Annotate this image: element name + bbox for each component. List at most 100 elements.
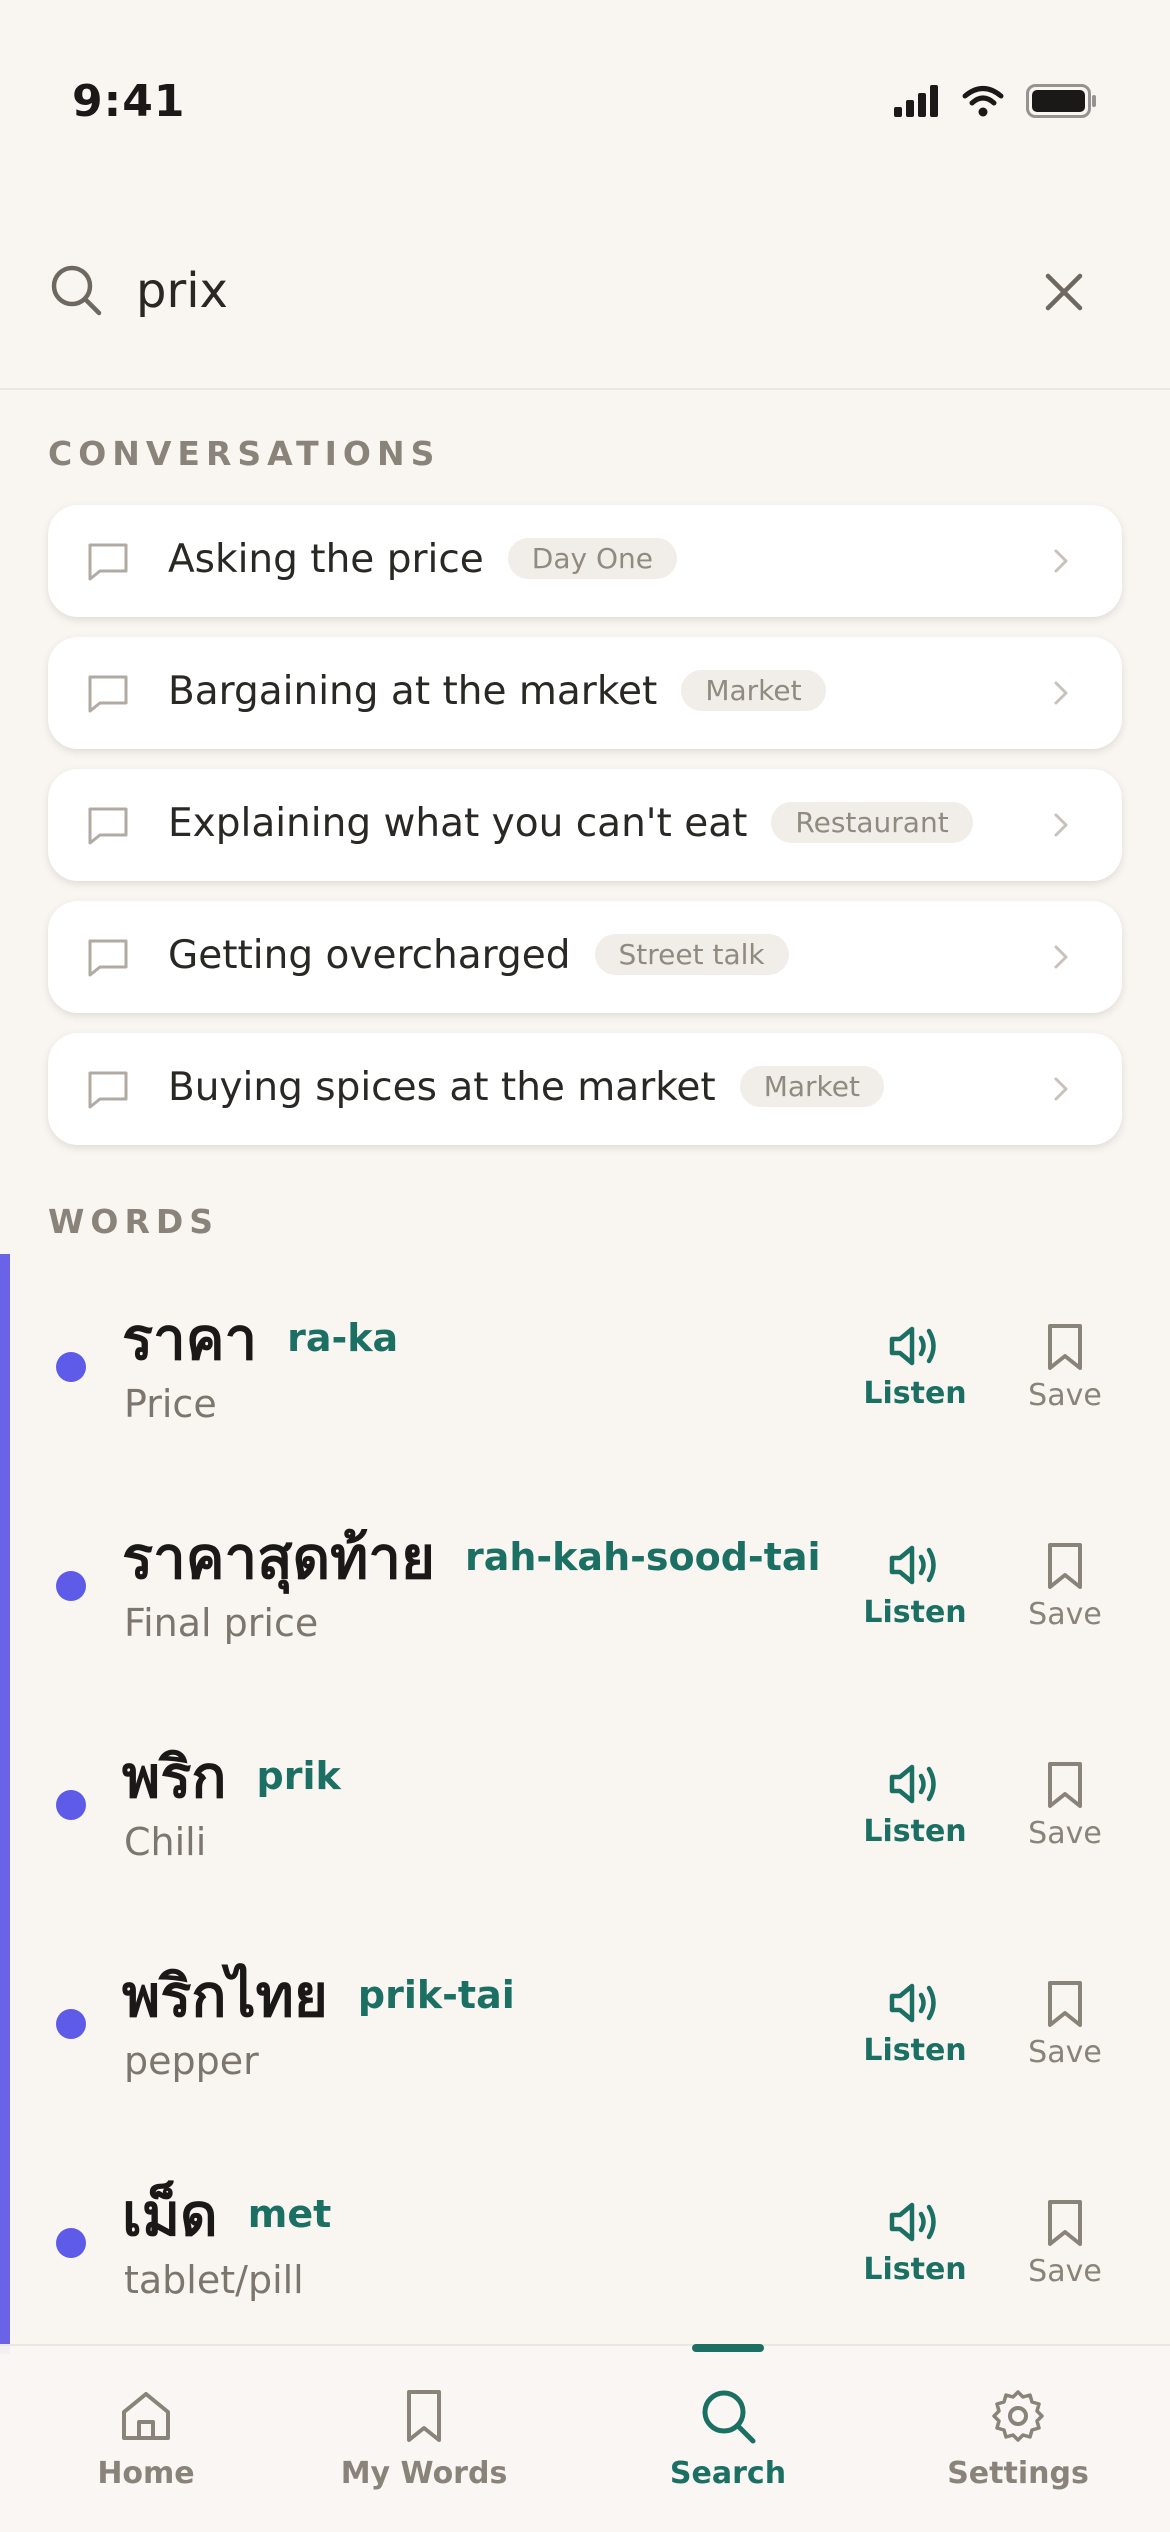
listen-label: Listen bbox=[863, 2252, 967, 2287]
unread-dot bbox=[56, 1790, 86, 1820]
unread-dot bbox=[56, 2228, 86, 2258]
cellular-signal-icon bbox=[894, 85, 938, 117]
search-icon bbox=[702, 2390, 756, 2444]
conversation-card-bargaining[interactable]: Bargaining at the market Market bbox=[48, 637, 1122, 749]
word-meaning: tablet/pill bbox=[124, 2258, 304, 2302]
speaker-icon bbox=[889, 1764, 936, 1804]
conversations-section-label: CONVERSATIONS bbox=[48, 434, 441, 473]
bookmark-icon bbox=[1048, 2200, 1082, 2246]
status-icons bbox=[894, 84, 1098, 118]
listen-button[interactable]: Listen bbox=[860, 1541, 970, 1630]
word-thai: ราคา bbox=[122, 1305, 258, 1373]
save-word-button[interactable]: Save bbox=[1010, 1541, 1120, 1632]
word-romanization: met bbox=[247, 2192, 332, 2236]
word-row[interactable]: เม็ด met tablet/pill Listen Save bbox=[10, 2130, 1170, 2349]
conversation-title: Buying spices at the market bbox=[168, 1065, 716, 1110]
bookmark-icon bbox=[1048, 1762, 1082, 1808]
conversation-title: Bargaining at the market bbox=[168, 669, 658, 714]
status-bar: 9:41 bbox=[0, 0, 1170, 190]
word-thai: พริก bbox=[122, 1743, 227, 1811]
conversation-card-spices[interactable]: Buying spices at the market Market bbox=[48, 1033, 1122, 1145]
conversation-list: Asking the price Day One Bargaining at th… bbox=[48, 505, 1122, 1165]
chat-bubble-icon bbox=[88, 807, 128, 845]
close-icon bbox=[1045, 273, 1083, 311]
chat-bubble-icon bbox=[88, 543, 128, 581]
word-meaning: Final price bbox=[124, 1601, 319, 1645]
unread-dot bbox=[56, 1571, 86, 1601]
search-bar bbox=[0, 190, 1170, 390]
status-time: 9:41 bbox=[72, 76, 186, 127]
listen-label: Listen bbox=[863, 2033, 967, 2068]
conversation-title: Getting overcharged bbox=[168, 933, 571, 978]
listen-label: Listen bbox=[863, 1595, 967, 1630]
save-word-button[interactable]: Save bbox=[1010, 1979, 1120, 2070]
save-label: Save bbox=[1028, 2035, 1102, 2070]
word-list: ราคา ra-ka Price Listen Save ราคาสุดท้าย… bbox=[0, 1254, 1170, 2354]
chevron-right-icon bbox=[1054, 813, 1068, 837]
active-tab-indicator bbox=[692, 2344, 764, 2352]
words-section-label: WORDS bbox=[48, 1202, 220, 1241]
word-meaning: Chili bbox=[124, 1820, 207, 1864]
search-input[interactable] bbox=[136, 246, 936, 336]
chevron-right-icon bbox=[1054, 1077, 1068, 1101]
speaker-icon bbox=[889, 1545, 936, 1585]
conversation-tag: Restaurant bbox=[771, 802, 973, 843]
chevron-right-icon bbox=[1054, 681, 1068, 705]
conversation-tag: Market bbox=[681, 670, 826, 711]
conversation-tag: Market bbox=[739, 1066, 884, 1107]
listen-button[interactable]: Listen bbox=[860, 1760, 970, 1849]
tab-search[interactable]: Search bbox=[582, 2344, 874, 2532]
word-thai: เม็ด bbox=[122, 2181, 218, 2249]
word-row[interactable]: พริก prik Chili Listen Save bbox=[10, 1692, 1170, 1911]
save-word-button[interactable]: Save bbox=[1010, 2198, 1120, 2289]
save-label: Save bbox=[1028, 2254, 1102, 2289]
unread-dot bbox=[56, 2009, 86, 2039]
word-romanization: ra-ka bbox=[287, 1316, 399, 1360]
save-label: Save bbox=[1028, 1597, 1102, 1632]
word-romanization: rah-kah-sood-tai bbox=[464, 1535, 821, 1579]
listen-label: Listen bbox=[863, 1814, 967, 1849]
chat-bubble-icon bbox=[88, 939, 128, 977]
word-thai: พริกไทย bbox=[122, 1962, 328, 2030]
word-romanization: prik bbox=[256, 1754, 341, 1798]
search-icon bbox=[51, 265, 102, 316]
tab-label: My Words bbox=[340, 2456, 508, 2491]
tab-settings[interactable]: Settings bbox=[872, 2346, 1164, 2532]
listen-button[interactable]: Listen bbox=[860, 2198, 970, 2287]
word-row[interactable]: ราคา ra-ka Price Listen Save bbox=[10, 1254, 1170, 1473]
save-label: Save bbox=[1028, 1816, 1102, 1851]
battery-icon bbox=[1026, 84, 1096, 118]
chat-bubble-icon bbox=[88, 1071, 128, 1109]
tab-home[interactable]: Home bbox=[0, 2346, 292, 2532]
bottom-tab-bar: Home My Words Search Settings bbox=[0, 2344, 1170, 2532]
listen-button[interactable]: Listen bbox=[860, 1322, 970, 1411]
word-row[interactable]: ราคาสุดท้าย rah-kah-sood-tai Final price … bbox=[10, 1473, 1170, 1692]
word-meaning: Price bbox=[124, 1382, 217, 1426]
conversation-tag: Day One bbox=[507, 538, 677, 579]
save-word-button[interactable]: Save bbox=[1010, 1322, 1120, 1413]
word-row[interactable]: พริกไทย prik-tai pepper Listen Save bbox=[10, 1911, 1170, 2130]
conversation-card-asking-price[interactable]: Asking the price Day One bbox=[48, 505, 1122, 617]
home-icon bbox=[122, 2392, 170, 2440]
tab-label: Search bbox=[669, 2456, 787, 2491]
chevron-right-icon bbox=[1054, 549, 1068, 573]
word-romanization: prik-tai bbox=[357, 1973, 515, 2017]
clear-search-button[interactable] bbox=[1036, 264, 1092, 320]
word-meaning: pepper bbox=[124, 2039, 259, 2083]
conversation-card-overcharged[interactable]: Getting overcharged Street talk bbox=[48, 901, 1122, 1013]
wifi-icon bbox=[962, 86, 1004, 117]
bookmark-icon bbox=[407, 2390, 441, 2442]
speaker-icon bbox=[889, 1326, 936, 1366]
bookmark-icon bbox=[1048, 1981, 1082, 2027]
unread-dot bbox=[56, 1352, 86, 1382]
listen-button[interactable]: Listen bbox=[860, 1979, 970, 2068]
speaker-icon bbox=[889, 1983, 936, 2023]
bookmark-icon bbox=[1048, 1543, 1082, 1589]
conversation-card-cant-eat[interactable]: Explaining what you can't eat Restaurant bbox=[48, 769, 1122, 881]
tab-my-words[interactable]: My Words bbox=[278, 2346, 570, 2532]
save-word-button[interactable]: Save bbox=[1010, 1760, 1120, 1851]
conversation-title: Asking the price bbox=[168, 537, 484, 582]
gear-icon bbox=[992, 2390, 1044, 2442]
word-thai: ราคาสุดท้าย bbox=[122, 1524, 435, 1592]
conversation-title: Explaining what you can't eat bbox=[168, 801, 748, 846]
